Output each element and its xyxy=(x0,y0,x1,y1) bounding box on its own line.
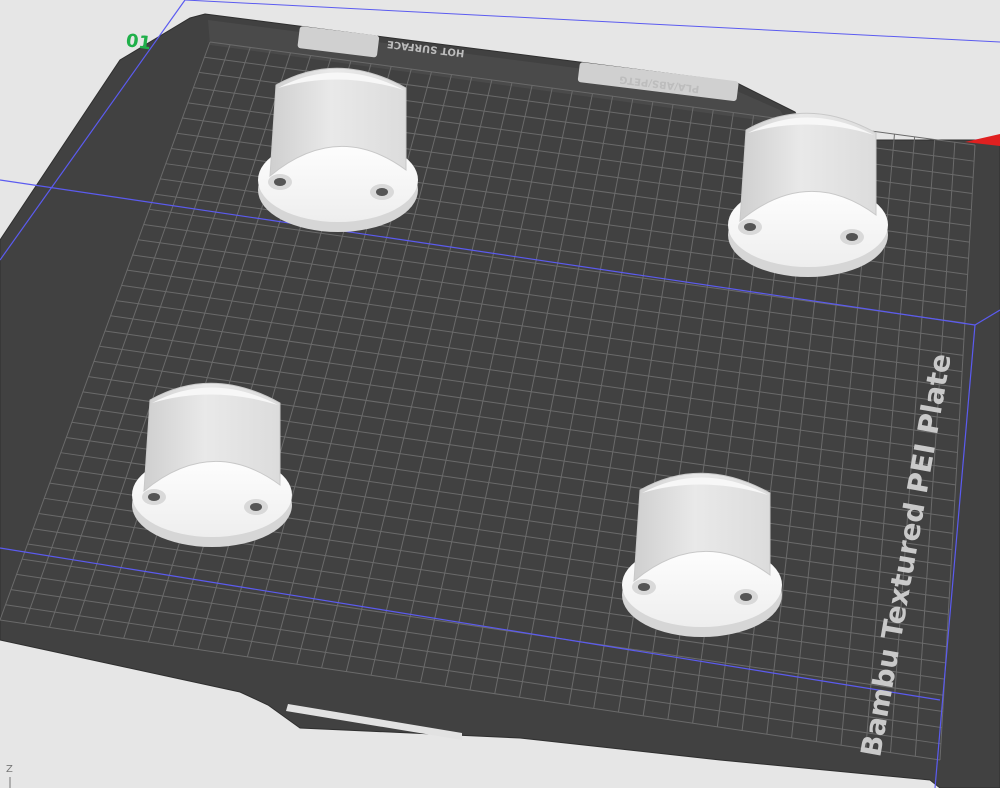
model-holder-1[interactable] xyxy=(258,67,418,232)
screw-hole-center xyxy=(740,593,752,601)
screw-hole-center xyxy=(744,223,756,231)
model-holder-4[interactable] xyxy=(622,472,782,637)
screw-hole-center xyxy=(274,178,286,186)
z-axis-label: Z xyxy=(6,764,13,775)
screw-hole-center xyxy=(250,503,262,511)
screw-hole-center xyxy=(376,188,388,196)
model-holder-2[interactable] xyxy=(728,112,888,277)
build-plate-scene[interactable]: HOT SURFACE PLA/ABS/PETG 01 Bambu Textur… xyxy=(0,0,1000,788)
model-holder-3[interactable] xyxy=(132,382,292,547)
screw-hole-center xyxy=(638,583,650,591)
plate-number[interactable]: 01 xyxy=(125,30,153,54)
screw-hole-center xyxy=(148,493,160,501)
screw-hole-center xyxy=(846,233,858,241)
3d-viewport[interactable]: HOT SURFACE PLA/ABS/PETG 01 Bambu Textur… xyxy=(0,0,1000,788)
